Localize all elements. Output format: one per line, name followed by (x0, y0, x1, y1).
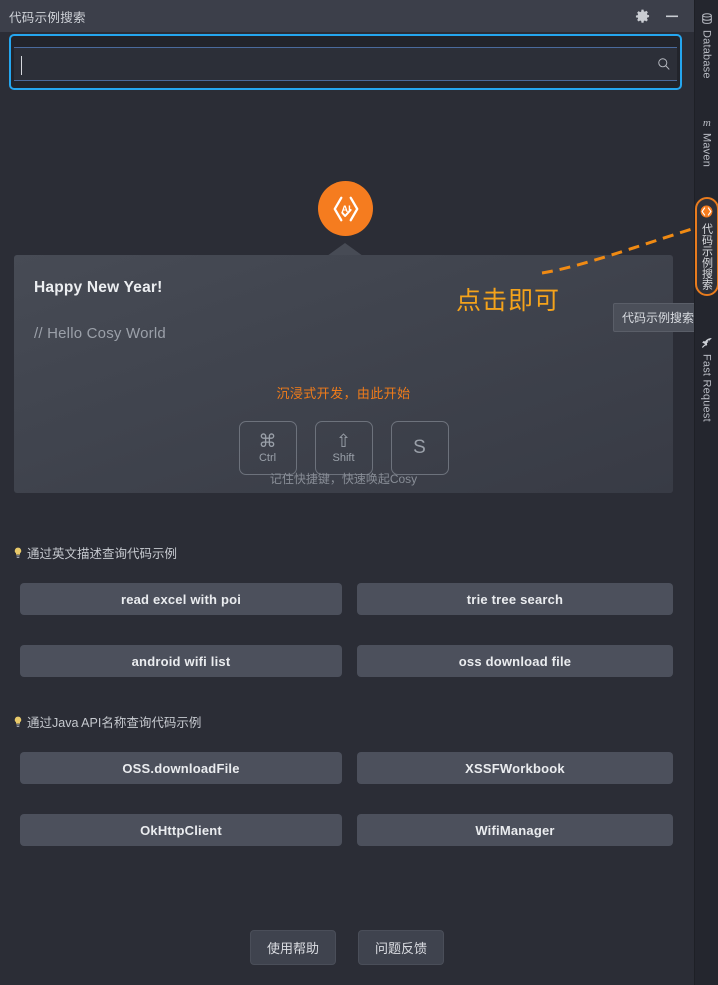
suggestion-chip[interactable]: android wifi list (20, 645, 342, 677)
card-tagline: 沉浸式开发，由此开始 (276, 386, 411, 401)
sidebar-item-fast-request[interactable]: Fast Request (695, 330, 718, 426)
footer-actions: 使用帮助 问题反馈 (0, 930, 694, 965)
text-caret (21, 56, 22, 75)
sidebar-item-database[interactable]: Database (695, 6, 718, 83)
command-glyph-icon: ⌘ (258, 431, 277, 451)
lightbulb-icon (12, 546, 23, 559)
welcome-card: Happy New Year! // Hello Cosy World 沉浸式开… (14, 255, 673, 493)
lightbulb-icon (12, 715, 23, 728)
chip-grid-english: read excel with poi trie tree search and… (20, 583, 673, 677)
section-header-java-api: 通过Java API名称查询代码示例 (12, 712, 201, 731)
sidebar-item-label: 代码示例搜索 (700, 222, 713, 290)
cosy-code-search-panel: 代码示例搜索 AI Happy New Year! // Hello Cosy … (0, 0, 718, 985)
title-bar-actions (634, 8, 680, 24)
annotation-text: 点击即可 (456, 287, 561, 315)
maven-m-icon: m (700, 115, 714, 129)
tooltip: 代码示例搜索 (613, 303, 704, 332)
suggestion-chip[interactable]: WifiManager (357, 814, 673, 846)
database-icon (700, 12, 714, 26)
search-field-inner[interactable] (14, 47, 677, 81)
suggestion-chip[interactable]: OkHttpClient (20, 814, 342, 846)
sidebar-item-maven[interactable]: m Maven (695, 109, 718, 171)
sidebar-item-label: Database (700, 30, 713, 79)
cosy-ai-logo-icon: AI (318, 181, 373, 236)
cosy-ai-logo-icon (700, 205, 714, 219)
rocket-icon (700, 336, 714, 350)
right-tool-strip: Database m Maven 代码示例搜索 Fast Request (694, 0, 718, 985)
help-button[interactable]: 使用帮助 (249, 930, 336, 965)
suggestion-chip[interactable]: oss download file (357, 645, 673, 677)
shortcut-key-shift: ⇧ Shift (314, 421, 373, 475)
card-title: Happy New Year! (34, 279, 163, 296)
sidebar-item-code-search[interactable]: 代码示例搜索 (694, 196, 718, 296)
suggestion-chip[interactable]: OSS.downloadFile (20, 752, 342, 784)
sidebar-item-label: Maven (700, 132, 713, 167)
title-bar: 代码示例搜索 (0, 0, 694, 32)
section-title: 通过Java API名称查询代码示例 (27, 716, 202, 730)
svg-text:m: m (702, 117, 710, 128)
chip-grid-java-api: OSS.downloadFile XSSFWorkbook OkHttpClie… (20, 752, 673, 846)
search-input[interactable] (14, 48, 651, 80)
suggestion-chip[interactable]: trie tree search (357, 583, 673, 615)
feedback-button[interactable]: 问题反馈 (358, 930, 445, 965)
page-title: 代码示例搜索 (9, 10, 86, 25)
shortcut-key-ctrl: ⌘ Ctrl (238, 421, 297, 475)
section-header-english: 通过英文描述查询代码示例 (12, 543, 177, 562)
search-icon[interactable] (651, 48, 677, 80)
shortcut-key-label: Shift (332, 452, 355, 464)
minimize-icon[interactable] (664, 8, 680, 24)
gear-icon[interactable] (634, 8, 650, 24)
section-title: 通过英文描述查询代码示例 (27, 547, 178, 561)
shortcut-key-label: Ctrl (258, 452, 277, 464)
card-subtitle: // Hello Cosy World (34, 325, 166, 342)
letter-s-glyph: S (413, 436, 426, 458)
shift-glyph-icon: ⇧ (335, 431, 352, 451)
suggestion-chip[interactable]: XSSFWorkbook (357, 752, 673, 784)
sidebar-item-label: Fast Request (700, 353, 713, 422)
card-hint: 记住快捷键，快速唤起Cosy (269, 472, 418, 486)
shortcut-keys: ⌘ Ctrl ⇧ Shift S (14, 421, 673, 475)
shortcut-key-s: S (390, 421, 449, 475)
dashed-curve-arrow-icon (540, 225, 700, 285)
suggestion-chip[interactable]: read excel with poi (20, 583, 342, 615)
search-box[interactable] (9, 34, 682, 90)
